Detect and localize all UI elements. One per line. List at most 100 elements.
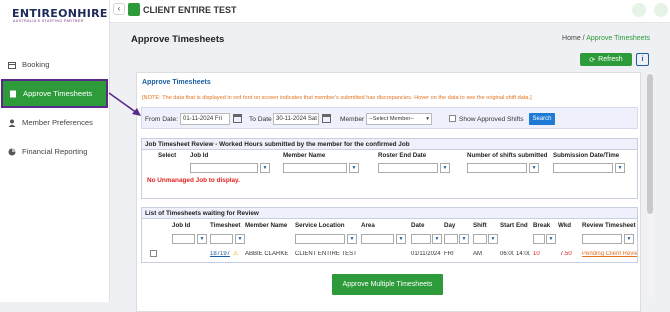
refresh-icon: ⟳ [589,56,596,64]
filter-icon[interactable]: ▼ [396,234,406,244]
pie-chart-icon [8,148,16,155]
filter-icon[interactable]: ▼ [347,234,357,244]
info-icon[interactable]: i [636,53,649,66]
filter-icon[interactable]: ▼ [546,234,556,244]
back-button[interactable]: ‹ [113,3,125,15]
page-title: Approve Timesheets [131,34,225,45]
calendar-icon[interactable] [322,114,331,123]
calendar-icon[interactable] [233,114,242,123]
filter-input[interactable] [172,234,195,244]
sidebar-item-label: Member Preferences [22,118,93,127]
user-icon [8,119,16,127]
approve-multiple-button[interactable]: Approve Multiple Timesheets [332,274,443,295]
filter-input[interactable] [533,234,545,244]
filter-icon[interactable]: ▼ [235,234,245,244]
filter-input[interactable] [553,163,613,173]
warning-icon: ⚠ [233,251,239,257]
timesheet-link[interactable]: 187197 [210,251,230,257]
shift-date: 01/11/2024 [411,251,441,257]
from-date-input[interactable]: 01-11-2024 Fri [180,113,230,125]
from-date-label: From Date: [145,116,178,123]
sidebar-item-approve-timesheets[interactable]: Approve Timesheets [1,79,108,108]
shift-start: 06:00 [500,251,514,257]
filter-icon[interactable]: ▼ [488,234,498,244]
empty-message: No Unmanaged Job to display. [147,177,240,184]
filter-icon[interactable]: ▼ [459,234,469,244]
filter-icon[interactable]: ▼ [440,163,450,173]
filter-icon[interactable]: ▼ [624,234,634,244]
col-area: Area [361,222,375,229]
breadcrumb: Home / Approve Timesheets [562,35,650,42]
col-roster-end: Roster End Date [378,152,427,159]
filter-icon[interactable]: ▼ [260,163,270,173]
refresh-button[interactable]: ⟳ Refresh [580,53,632,66]
filter-input[interactable] [295,234,345,244]
col-member-name: Member Name [283,152,326,159]
filter-input[interactable] [190,163,258,173]
discrepancy-note: [NOTE: The data that is displayed in red… [142,95,532,101]
filter-input[interactable] [210,234,233,244]
filter-icon[interactable]: ▼ [197,234,207,244]
member-select[interactable]: --Select Member-- ▾ [366,113,432,125]
service-location: CLIENT ENTIRE TEST [295,251,357,257]
client-building-icon [128,3,140,16]
breadcrumb-home[interactable]: Home [562,35,581,42]
client-name: CLIENT ENTIRE TEST [143,5,237,15]
member-name: ABBIE CLARKE [245,251,289,257]
row-select-checkbox[interactable] [150,250,157,257]
filter-bar: From Date: 01-11-2024 Fri To Date 30-11-… [141,107,638,129]
review-status-link[interactable]: Pending Client Review [582,251,637,257]
job-review-title: Job Timesheet Review - Worked Hours subm… [142,139,637,150]
sidebar-item-label: Booking [22,60,50,69]
card-title: Approve Timesheets [142,79,211,86]
col-submission-date: Submission Date/Time [553,152,620,159]
show-approved-checkbox[interactable] [449,115,456,122]
col-job-id: Job Id [172,222,191,229]
timesheet-list-title: List of Timesheets waiting for Review [142,208,637,219]
col-shift: Shift [473,222,487,229]
col-break: Break [533,222,551,229]
col-timesheet: Timesheet [210,222,241,229]
to-date-input[interactable]: 30-11-2024 Sat [273,113,319,125]
worked-hours: 7.50 [560,251,572,257]
annotation-arrow [108,92,141,116]
filter-input[interactable] [283,163,347,173]
sidebar-item-label: Approve Timesheets [23,89,93,98]
user-account-icon[interactable] [654,3,668,17]
filter-icon[interactable]: ▼ [349,163,359,173]
palette-icon[interactable] [632,3,646,17]
show-approved-label: Show Approved Shifts [459,116,524,123]
filter-icon[interactable]: ▼ [529,163,539,173]
scrollbar-thumb[interactable] [647,74,653,214]
sidebar-item-booking[interactable]: Booking [8,60,49,69]
filter-icon[interactable]: ▼ [615,163,625,173]
filter-input[interactable] [411,234,431,244]
col-review-timesheet: Review Timesheet [582,222,636,229]
sidebar-item-label: Financial Reporting [22,147,88,156]
col-member-name: Member Name [245,222,288,229]
filter-input[interactable] [473,234,487,244]
search-button[interactable]: Search [529,113,555,125]
col-end: End [516,222,528,229]
shift-end: 14:00 [516,251,530,257]
col-job-id: Job Id [190,152,209,159]
filter-input[interactable] [582,234,622,244]
filter-input[interactable] [444,234,458,244]
sidebar: ENTIREONHIRE AUSTRALIA'S STAFFING PARTNE… [0,0,110,302]
top-bar: ‹ CLIENT ENTIRE TEST [110,0,670,23]
chevron-down-icon: ▾ [426,116,429,122]
sidebar-item-financial-reporting[interactable]: Financial Reporting [8,147,87,156]
col-day: Day [444,222,456,229]
filter-input[interactable] [467,163,527,173]
sidebar-item-member-preferences[interactable]: Member Preferences [8,118,93,127]
filter-icon[interactable]: ▼ [432,234,442,244]
job-review-section: Job Timesheet Review - Worked Hours subm… [141,138,638,199]
filter-input[interactable] [378,163,438,173]
col-worked-hours: Wkd Hrs [558,222,572,229]
member-label: Member [340,116,365,123]
filter-input[interactable] [361,234,394,244]
shift-type: AM [473,251,482,257]
col-select: Select [158,152,177,159]
col-service-location: Service Location [295,222,345,229]
shift-day: FRI [444,251,454,257]
